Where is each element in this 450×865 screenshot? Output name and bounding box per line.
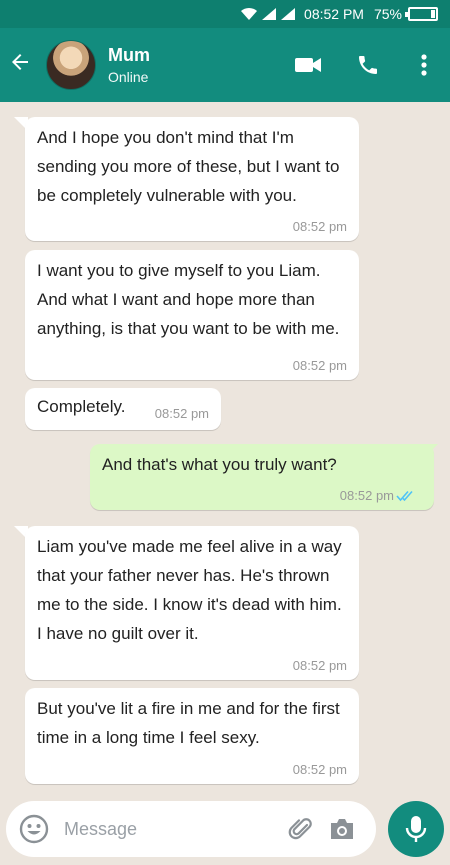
message-incoming[interactable]: But you've lit a fire in me and for the … — [25, 688, 359, 784]
battery-icon — [405, 7, 438, 21]
connectivity-icons — [240, 7, 296, 21]
message-outgoing[interactable]: And that's what you truly want? 08:52 pm — [90, 444, 434, 510]
message-incoming[interactable]: Liam you've made me feel alive in a way … — [25, 526, 359, 680]
message-text: And that's what you truly want? — [102, 455, 337, 474]
camera-icon[interactable] — [328, 817, 356, 841]
message-list: And I hope you don't mind that I'm sendi… — [0, 102, 450, 797]
message-placeholder: Message — [64, 818, 138, 839]
message-time: 08:52 pm — [292, 762, 347, 777]
video-call-icon[interactable] — [278, 55, 338, 75]
emoji-icon[interactable] — [18, 813, 50, 845]
message-incoming[interactable]: I want you to give myself to you Liam. A… — [25, 250, 359, 380]
contact-name: Mum — [108, 45, 150, 65]
message-time: 08:52 pm — [292, 358, 347, 373]
avatar[interactable] — [46, 40, 96, 90]
message-input[interactable]: Message — [6, 801, 376, 857]
back-arrow-icon[interactable] — [0, 50, 46, 81]
mic-icon — [405, 816, 427, 842]
mic-button[interactable] — [388, 801, 444, 857]
message-text: And I hope you don't mind that I'm sendi… — [37, 128, 340, 205]
composer: Message — [0, 797, 450, 865]
battery-percent: 75% — [373, 6, 402, 22]
signal-icon — [281, 8, 296, 20]
double-check-icon — [396, 490, 413, 502]
status-time: 08:52 PM — [304, 6, 364, 22]
message-incoming[interactable]: Completely. 08:52 pm — [25, 388, 221, 430]
message-time: 08:52 pm — [154, 406, 209, 421]
wifi-icon — [241, 7, 258, 20]
status-bar: 08:52 PM 75% — [0, 0, 450, 28]
attach-icon[interactable] — [288, 816, 314, 842]
contact-status: Online — [108, 69, 149, 85]
signal-icon — [262, 8, 277, 20]
phone-icon[interactable] — [338, 53, 398, 77]
contact-info[interactable]: Mum Online — [108, 45, 278, 85]
message-text: I want you to give myself to you Liam. A… — [37, 261, 340, 338]
message-incoming[interactable]: And I hope you don't mind that I'm sendi… — [25, 117, 359, 241]
message-text: But you've lit a fire in me and for the … — [37, 699, 340, 747]
more-options-icon[interactable] — [398, 54, 450, 76]
message-text: Liam you've made me feel alive in a way … — [37, 537, 342, 643]
message-time: 08:52 pm — [292, 658, 347, 673]
message-time: 08:52 pm — [292, 219, 347, 234]
message-time: 08:52 pm — [339, 488, 394, 503]
chat-header: Mum Online — [0, 28, 450, 102]
